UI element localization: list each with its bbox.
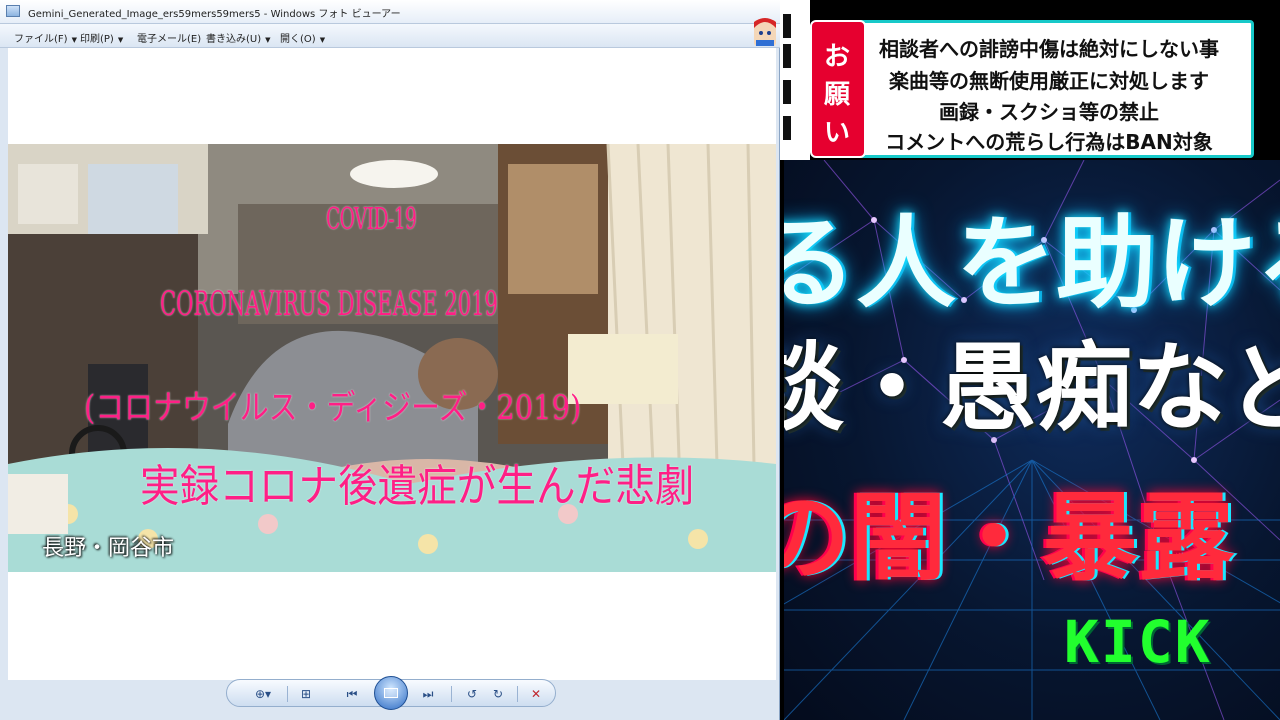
slideshow-icon <box>384 688 398 698</box>
chevron-down-icon: ▼ <box>71 36 77 44</box>
previous-icon[interactable]: ⏮ <box>343 685 361 703</box>
viewer-toolbar: ⊕▾ ⊞ ⏮ ⏭ ↺ ↻ ✕ <box>226 676 556 710</box>
rule-item: コメントへの荒らし行為はBAN対象 <box>885 130 1213 154</box>
zoom-icon[interactable]: ⊕▾ <box>249 685 277 703</box>
next-icon[interactable]: ⏭ <box>419 685 437 703</box>
overlay-line-4: 実録コロナ後遺症が生んだ悲劇 <box>140 461 695 512</box>
slideshow-button[interactable] <box>374 676 408 710</box>
strip-mark <box>783 116 791 140</box>
badge-char: お <box>824 42 851 72</box>
badge-char: 願 <box>824 80 851 110</box>
headline-help: る人を助ける <box>784 205 1280 322</box>
rules-notice: 相談者への誹謗中傷は絶対にしない事 楽曲等の無断使用厳正に対処します 画録・スク… <box>810 20 1254 158</box>
window-title: Gemini_Generated_Image_ers59mers59mers5 … <box>28 9 401 20</box>
rule-item: 相談者への誹謗中傷は絶対にしない事 <box>879 37 1219 61</box>
menu-print[interactable]: 印刷(P) ▼ <box>80 30 123 45</box>
overlay-line-1: COVID-19 <box>326 202 417 237</box>
menu-file[interactable]: ファイル(F) ▼ <box>14 30 77 45</box>
headline-expose: の闇・暴露 <box>784 482 1234 594</box>
overlay-line-2: CORONAVIRUS DISEASE 2019 <box>160 284 498 324</box>
rules-box: 相談者への誹謗中傷は絶対にしない事 楽曲等の無断使用厳正に対処します 画録・スク… <box>838 20 1254 158</box>
rule-item: 楽曲等の無断使用厳正に対処します <box>889 69 1209 93</box>
kick-logo: KICK <box>1064 608 1212 676</box>
chevron-down-icon: ▼ <box>117 36 124 44</box>
strip-mark <box>783 14 791 38</box>
menu-email[interactable]: 電子メール(E) <box>137 30 201 45</box>
rotate-right-icon[interactable]: ↻ <box>489 685 507 703</box>
strip-mark <box>783 44 791 68</box>
menu-bar: ファイル(F) ▼ 印刷(P) ▼ 電子メール(E) 書き込み(U) ▼ 開く(O) ▼ <box>0 24 780 48</box>
location-caption: 長野・岡谷市 <box>42 536 175 561</box>
chevron-down-icon: ▼ <box>319 36 326 44</box>
chevron-down-icon: ▼ <box>265 36 271 44</box>
menu-open[interactable]: 開く(O) ▼ <box>280 30 325 45</box>
menu-burn[interactable]: 書き込み(U) ▼ <box>206 30 271 45</box>
rotate-left-icon[interactable]: ↺ <box>463 685 481 703</box>
toolbar-divider <box>517 686 518 702</box>
badge-char: い <box>824 118 851 148</box>
request-badge: お 願 い <box>810 20 866 158</box>
rule-item: 画録・スクショ等の禁止 <box>939 100 1159 124</box>
delete-icon[interactable]: ✕ <box>527 685 545 703</box>
mascot-icon <box>754 18 776 46</box>
toolbar-divider <box>451 686 452 702</box>
toolbar-divider <box>287 686 288 702</box>
title-bar: Gemini_Generated_Image_ers59mers59mers5 … <box>0 0 780 24</box>
overlay-line-3: (コロナウイルス・ディジーズ・2019) <box>84 388 582 428</box>
white-strip <box>780 0 810 160</box>
displayed-photo: COVID-19 CORONAVIRUS DISEASE 2019 (コロナウイ… <box>8 144 776 572</box>
stream-background: る人を助ける 談・愚痴など の闇・暴露 KICK <box>784 160 1280 720</box>
photo-viewer-app-icon <box>6 5 20 17</box>
headline-consult: 談・愚痴など <box>784 332 1280 444</box>
fit-window-icon[interactable]: ⊞ <box>297 685 315 703</box>
strip-mark <box>783 80 791 104</box>
